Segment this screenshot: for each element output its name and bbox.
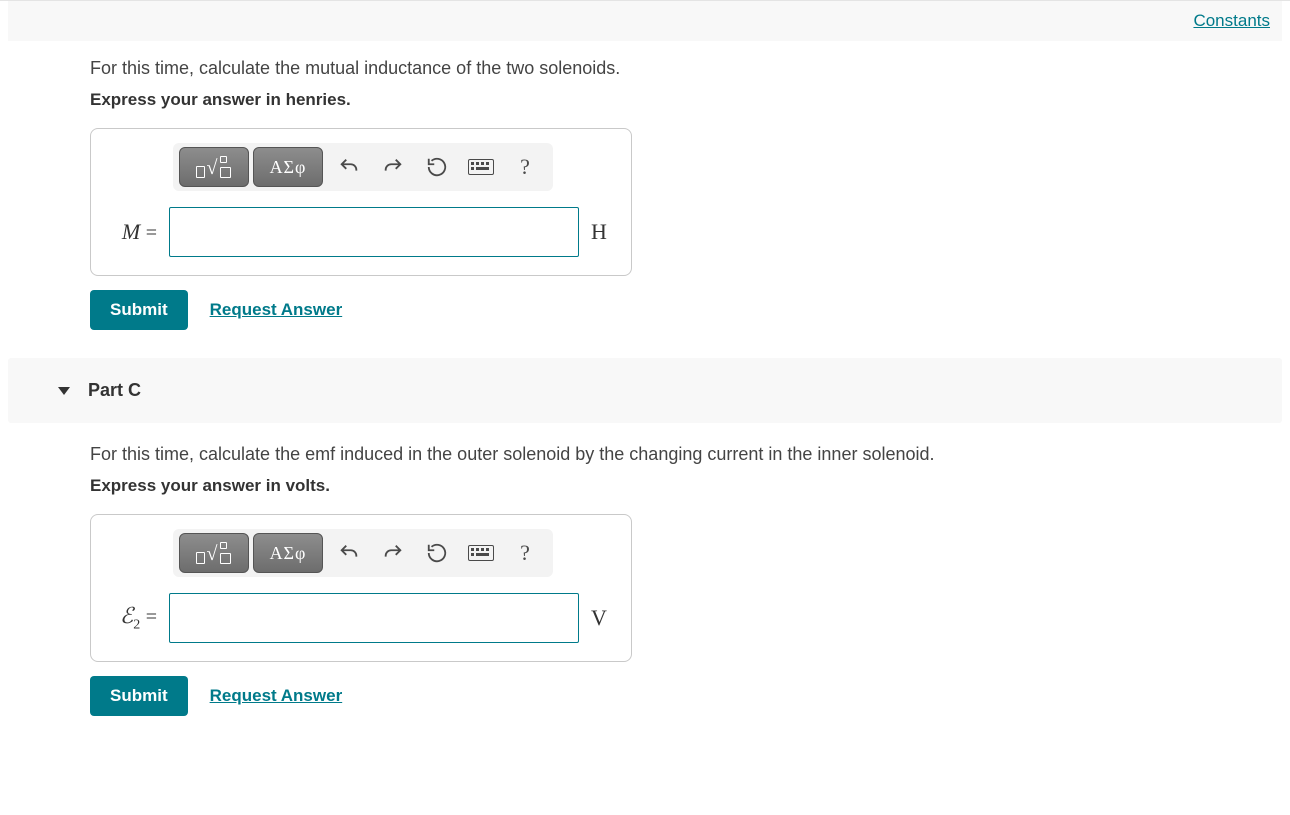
actions-row: Submit Request Answer bbox=[90, 676, 1290, 744]
keyboard-button[interactable] bbox=[459, 147, 503, 187]
keyboard-icon bbox=[468, 545, 494, 561]
equation-toolbar: √ ΑΣφ ? bbox=[173, 143, 553, 191]
redo-button[interactable] bbox=[371, 147, 415, 187]
question-text: For this time, calculate the emf induced… bbox=[90, 441, 1290, 468]
unit-label: H bbox=[591, 219, 607, 245]
collapse-caret-icon[interactable] bbox=[58, 387, 70, 395]
redo-button[interactable] bbox=[371, 533, 415, 573]
greek-symbols-button[interactable]: ΑΣφ bbox=[253, 533, 323, 573]
answer-input[interactable] bbox=[169, 593, 579, 643]
unit-label: V bbox=[591, 605, 607, 631]
help-button[interactable]: ? bbox=[503, 533, 547, 573]
actions-row: Submit Request Answer bbox=[90, 290, 1290, 358]
variable-label: ℰ2 = bbox=[107, 603, 157, 633]
answer-box: √ ΑΣφ ? M = H bbox=[90, 128, 632, 276]
question-text: For this time, calculate the mutual indu… bbox=[90, 55, 1290, 82]
keyboard-icon bbox=[468, 159, 494, 175]
keyboard-button[interactable] bbox=[459, 533, 503, 573]
answer-row: ℰ2 = V bbox=[107, 593, 615, 643]
part-title: Part C bbox=[88, 380, 141, 401]
reset-button[interactable] bbox=[415, 533, 459, 573]
answer-input[interactable] bbox=[169, 207, 579, 257]
part-c-body: For this time, calculate the emf induced… bbox=[0, 441, 1290, 744]
help-button[interactable]: ? bbox=[503, 147, 547, 187]
part-b-body: For this time, calculate the mutual indu… bbox=[0, 55, 1290, 358]
answer-box: √ ΑΣφ ? ℰ2 = V bbox=[90, 514, 632, 662]
part-c-header: Part C bbox=[8, 358, 1282, 423]
submit-button[interactable]: Submit bbox=[90, 676, 188, 716]
equation-toolbar: √ ΑΣφ ? bbox=[173, 529, 553, 577]
reset-button[interactable] bbox=[415, 147, 459, 187]
templates-button[interactable]: √ bbox=[179, 533, 249, 573]
undo-button[interactable] bbox=[327, 147, 371, 187]
templates-button[interactable]: √ bbox=[179, 147, 249, 187]
greek-symbols-button[interactable]: ΑΣφ bbox=[253, 147, 323, 187]
undo-button[interactable] bbox=[327, 533, 371, 573]
answer-row: M = H bbox=[107, 207, 615, 257]
top-bar: Constants bbox=[8, 1, 1282, 41]
submit-button[interactable]: Submit bbox=[90, 290, 188, 330]
request-answer-link[interactable]: Request Answer bbox=[210, 300, 343, 320]
request-answer-link[interactable]: Request Answer bbox=[210, 686, 343, 706]
constants-link[interactable]: Constants bbox=[1193, 11, 1270, 30]
instruction-text: Express your answer in henries. bbox=[90, 90, 1290, 110]
instruction-text: Express your answer in volts. bbox=[90, 476, 1290, 496]
variable-label: M = bbox=[107, 219, 157, 245]
